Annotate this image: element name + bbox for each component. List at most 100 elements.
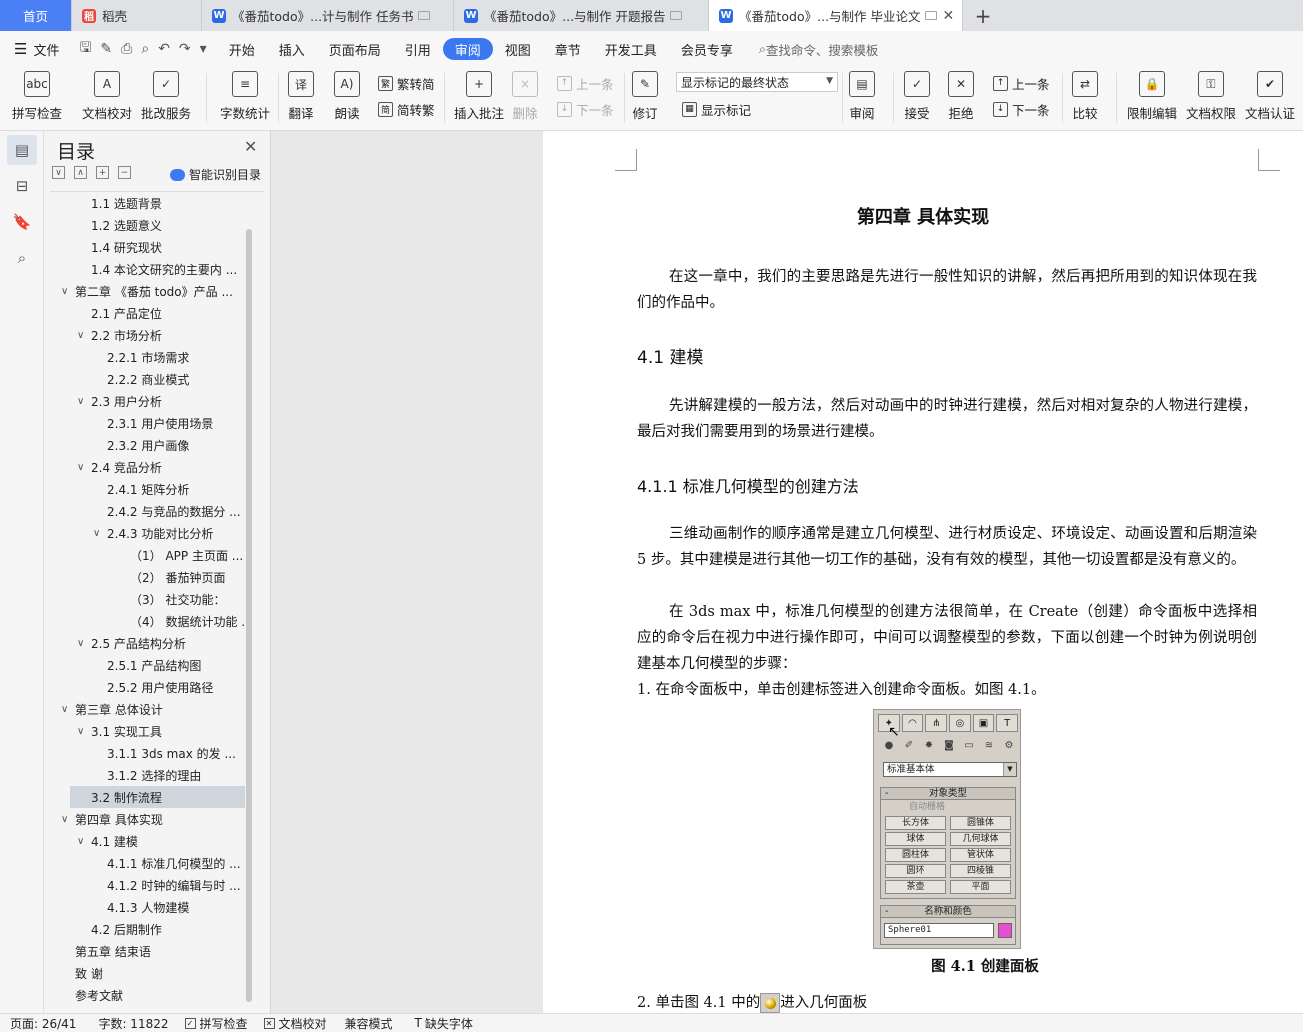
next-comment-button[interactable]: ↓ 下一条 xyxy=(557,99,614,119)
format-painter-icon[interactable]: ✎ xyxy=(100,41,112,57)
print-preview-icon[interactable]: ⌕ xyxy=(141,41,149,57)
toc-item[interactable]: 3.1.2 选择的理由 xyxy=(44,764,244,786)
close-icon[interactable]: ✕ xyxy=(244,137,257,156)
translate-button[interactable]: 译翻译 xyxy=(288,71,314,127)
redo-icon[interactable]: ↷ xyxy=(179,41,191,57)
toc-item[interactable]: ∨ 2.4.3 功能对比分析 xyxy=(44,522,244,544)
toc-item[interactable]: ∨ 4.1 建模 xyxy=(44,830,244,852)
toc-item[interactable]: 致 谢 xyxy=(44,962,244,984)
chevron-down-icon[interactable]: ▾ xyxy=(200,41,207,57)
toc-item[interactable]: 2.3.1 用户使用场景 xyxy=(44,412,244,434)
tab-task-book[interactable]: W 《番茄todo》...计与制作 任务书 xyxy=(202,0,454,31)
file-menu[interactable]: ☰ 文件 xyxy=(0,40,69,59)
toc-item[interactable]: （1） APP 主页面 ... xyxy=(44,544,244,566)
insert-comment-button[interactable]: + 插入批注 xyxy=(454,71,504,127)
menu-chapter[interactable]: 章节 xyxy=(543,38,593,60)
simp-to-trad-button[interactable]: 简简转繁 xyxy=(378,99,435,119)
menu-review[interactable]: 审阅 xyxy=(442,38,493,60)
toc-item[interactable]: 4.2 后期制作 xyxy=(44,918,244,940)
missing-font[interactable]: T 缺失字体 xyxy=(415,1015,473,1032)
bookmark-icon[interactable]: 🔖 xyxy=(12,212,32,232)
toc-item[interactable]: 2.4.1 矩阵分析 xyxy=(44,478,244,500)
menu-view[interactable]: 视图 xyxy=(493,38,543,60)
status-spell-check[interactable]: ✓ 拼写检查 xyxy=(184,1015,248,1032)
page-indicator[interactable]: 页面: 26/41 xyxy=(10,1015,76,1032)
revise-service-button[interactable]: ✓ 批改服务 xyxy=(141,71,191,127)
tab-home[interactable]: 首页 xyxy=(0,0,72,31)
menu-references[interactable]: 引用 xyxy=(393,38,443,60)
close-icon[interactable]: ✕ xyxy=(943,8,955,24)
remove-heading-icon[interactable]: − xyxy=(118,166,131,179)
toc-item[interactable]: 2.5.2 用户使用路径 xyxy=(44,676,244,698)
chevron-down-icon[interactable]: ∨ xyxy=(61,814,68,825)
toc-item[interactable]: 4.1.1 标准几何模型的 ... xyxy=(44,852,244,874)
collapse-all-icon[interactable]: ∧ xyxy=(74,166,87,179)
chevron-down-icon[interactable]: ∨ xyxy=(77,638,84,649)
undo-icon[interactable]: ↶ xyxy=(158,41,170,57)
toc-item[interactable]: 4.1.3 人物建模 xyxy=(44,896,244,918)
doc-permission-button[interactable]: ⚿ 文档权限 xyxy=(1186,71,1236,127)
review-pane-button[interactable]: ▤ 审阅 xyxy=(849,71,875,127)
track-changes-button[interactable]: ✎ 修订 xyxy=(632,71,658,127)
compat-mode[interactable]: 兼容模式 xyxy=(345,1015,393,1032)
chevron-down-icon[interactable]: ∨ xyxy=(61,704,68,715)
command-search[interactable]: ⌕ 查找命令、搜索模板 xyxy=(759,40,879,59)
toc-item[interactable]: 4.1.2 时钟的编辑与时 ... xyxy=(44,874,244,896)
spell-check-button[interactable]: abc 拼写检查 xyxy=(12,71,62,127)
read-aloud-button[interactable]: A) 朗读 xyxy=(334,71,360,127)
menu-start[interactable]: 开始 xyxy=(217,38,267,60)
prev-comment-button[interactable]: ↑ 上一条 xyxy=(557,73,614,93)
print-icon[interactable]: ⎙ xyxy=(121,41,132,57)
menu-layout[interactable]: 页面布局 xyxy=(317,38,393,60)
chevron-down-icon[interactable]: ∨ xyxy=(93,528,100,539)
expand-all-icon[interactable]: ∨ xyxy=(52,166,65,179)
toc-item[interactable]: ∨ 2.4 竞品分析 xyxy=(44,456,244,478)
delete-comment-button[interactable]: × 删除 xyxy=(512,71,538,127)
toc-item[interactable]: （3） 社交功能： xyxy=(44,588,244,610)
toc-item[interactable]: 2.4.2 与竞品的数据分 ... xyxy=(44,500,244,522)
toc-item[interactable]: ∨ 3.1 实现工具 xyxy=(44,720,244,742)
toc-item[interactable]: 参考文献 xyxy=(44,984,244,1006)
toc-item[interactable]: 1.4 本论文研究的主要内 ... xyxy=(44,258,244,280)
proofread-button[interactable]: A 文档校对 xyxy=(82,71,132,127)
toc-item[interactable]: ∨ 第二章 《番茄 todo》产品 ... xyxy=(44,280,244,302)
toc-item[interactable]: （4） 数据统计功能 ... xyxy=(44,610,244,632)
tab-proposal[interactable]: W 《番茄todo》...与制作 开题报告 xyxy=(454,0,709,31)
toc-item[interactable]: 2.2.1 市场需求 xyxy=(44,346,244,368)
show-markup-button[interactable]: ▦ 显示标记 xyxy=(682,99,751,119)
toc-item[interactable]: 3.1.1 3ds max 的发 ... xyxy=(44,742,244,764)
toc-item[interactable]: ∨ 第四章 具体实现 xyxy=(44,808,244,830)
chevron-down-icon[interactable]: ∨ xyxy=(77,396,84,407)
compare-button[interactable]: ⇄ 比较 xyxy=(1072,71,1098,127)
word-count-button[interactable]: ≡ 字数统计 xyxy=(220,71,270,127)
restrict-edit-button[interactable]: 🔒 限制编辑 xyxy=(1127,71,1177,127)
chevron-down-icon[interactable]: ∨ xyxy=(77,462,84,473)
document-page[interactable]: 第四章 具体实现 在这一章中，我们的主要思路是先进行一般性知识的讲解，然后再把所… xyxy=(543,131,1303,1013)
toc-item[interactable]: 2.5.1 产品结构图 xyxy=(44,654,244,676)
chapter-nav-icon[interactable]: ⊟ xyxy=(12,176,32,196)
toc-item[interactable]: ∨ 2.5 产品结构分析 xyxy=(44,632,244,654)
toc-scrollbar[interactable] xyxy=(246,229,252,1002)
markup-state-select[interactable]: 显示标记的最终状态 ▼ xyxy=(676,72,838,92)
menu-insert[interactable]: 插入 xyxy=(267,38,317,60)
toc-item[interactable]: ∨ 2.2 市场分析 xyxy=(44,324,244,346)
search-icon[interactable]: ⌕ xyxy=(12,248,32,268)
menu-member[interactable]: 会员专享 xyxy=(669,38,745,60)
toc-item[interactable]: 1.1 选题背景 xyxy=(44,192,244,214)
toc-item[interactable]: 1.4 研究现状 xyxy=(44,236,244,258)
toc-item[interactable]: ∨ 2.3 用户分析 xyxy=(44,390,244,412)
chevron-down-icon[interactable]: ∨ xyxy=(77,836,84,847)
toc-item[interactable]: 2.3.2 用户画像 xyxy=(44,434,244,456)
tab-thesis[interactable]: W 《番茄todo》...与制作 毕业论文 ✕ xyxy=(709,0,963,31)
menu-developer[interactable]: 开发工具 xyxy=(593,38,669,60)
status-proofread[interactable]: ✕ 文档校对 xyxy=(263,1015,327,1032)
smart-toc-button[interactable]: 智能识别目录 xyxy=(170,166,261,183)
toc-item[interactable]: ∨ 第三章 总体设计 xyxy=(44,698,244,720)
toc-item[interactable]: （2） 番茄钟页面 xyxy=(44,566,244,588)
chevron-down-icon[interactable]: ∨ xyxy=(77,726,84,737)
toc-item[interactable]: 2.2.2 商业模式 xyxy=(44,368,244,390)
new-tab-plus-icon[interactable]: + xyxy=(963,0,1003,31)
save-icon[interactable]: 🖫 xyxy=(79,37,91,61)
chevron-down-icon[interactable]: ∨ xyxy=(61,286,68,297)
accept-button[interactable]: ✓ 接受 xyxy=(904,71,930,127)
